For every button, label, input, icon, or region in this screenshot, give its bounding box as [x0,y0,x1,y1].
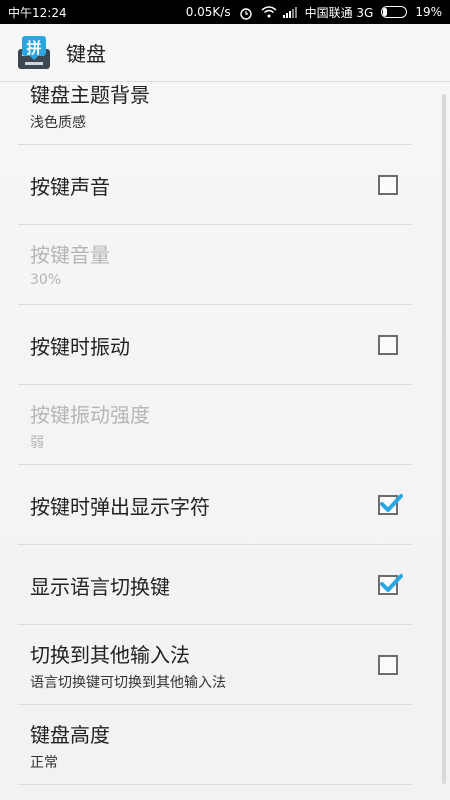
checkmark-icon [380,494,403,512]
page-title: 键盘 [66,42,106,66]
key-popup-checkbox[interactable] [378,494,403,515]
signal-icon [282,6,297,18]
setting-title: 按键时弹出显示字符 [30,495,210,519]
status-bar: 中午12:24 0.05K/s 中国联通 3G 19% [0,0,450,24]
wifi-icon [261,6,277,18]
key-sound-checkbox[interactable] [378,175,398,195]
alarm-icon [239,6,253,20]
setting-summary: 浅色质感 [30,115,86,131]
setting-title: 切换到其他输入法 [30,643,190,667]
key-vibrate-checkbox[interactable] [378,335,398,355]
app-icon-glyph: 拼 [26,38,42,57]
setting-title: 显示语言切换键 [30,575,170,599]
setting-summary: 弱 [30,435,44,451]
setting-summary: 正常 [30,755,58,771]
setting-key-popup[interactable]: 按键时弹出显示字符 [18,465,412,545]
battery-icon [381,6,408,18]
battery-level [383,8,388,16]
setting-title: 按键时振动 [30,335,130,359]
action-bar: 拼 键盘 [0,24,450,82]
setting-vibrate-strength: 按键振动强度 弱 [18,385,412,465]
setting-switch-other-ime[interactable]: 切换到其他输入法 语言切换键可切换到其他输入法 [18,625,412,705]
setting-summary: 语言切换键可切换到其他输入法 [30,675,226,691]
setting-keyboard-height[interactable]: 键盘高度 正常 [18,705,412,785]
setting-key-sound[interactable]: 按键声音 [18,145,412,225]
settings-content[interactable]: 键盘主题背景 浅色质感 按键声音 按键音量 30% 按键时振动 按键振动强度 弱… [0,82,450,800]
setting-title: 键盘高度 [30,723,110,747]
keyboard-app-icon[interactable]: 拼 [16,35,52,71]
setting-title: 按键音量 [30,243,110,267]
switch-other-ime-checkbox[interactable] [378,655,398,675]
setting-title: 按键振动强度 [30,403,150,427]
setting-key-volume: 按键音量 30% [18,225,412,305]
setting-title: 键盘主题背景 [30,83,150,107]
setting-language-switch-key[interactable]: 显示语言切换键 [18,545,412,625]
setting-title: 按键声音 [30,175,110,199]
setting-key-vibrate[interactable]: 按键时振动 [18,305,412,385]
carrier-label: 中国联通 3G [304,5,374,20]
battery-percent: 19% [415,5,442,19]
setting-summary: 30% [30,272,62,288]
status-time: 中午12:24 [8,5,67,20]
setting-keyboard-theme[interactable]: 键盘主题背景 浅色质感 [18,82,412,145]
scrollbar[interactable] [442,94,446,784]
checkmark-icon [380,574,403,592]
language-switch-checkbox[interactable] [378,574,403,595]
network-speed: 0.05K/s [185,5,231,19]
settings-list: 键盘主题背景 浅色质感 按键声音 按键音量 30% 按键时振动 按键振动强度 弱… [0,82,430,785]
status-icons: 0.05K/s 中国联通 3G 19% [186,4,442,21]
